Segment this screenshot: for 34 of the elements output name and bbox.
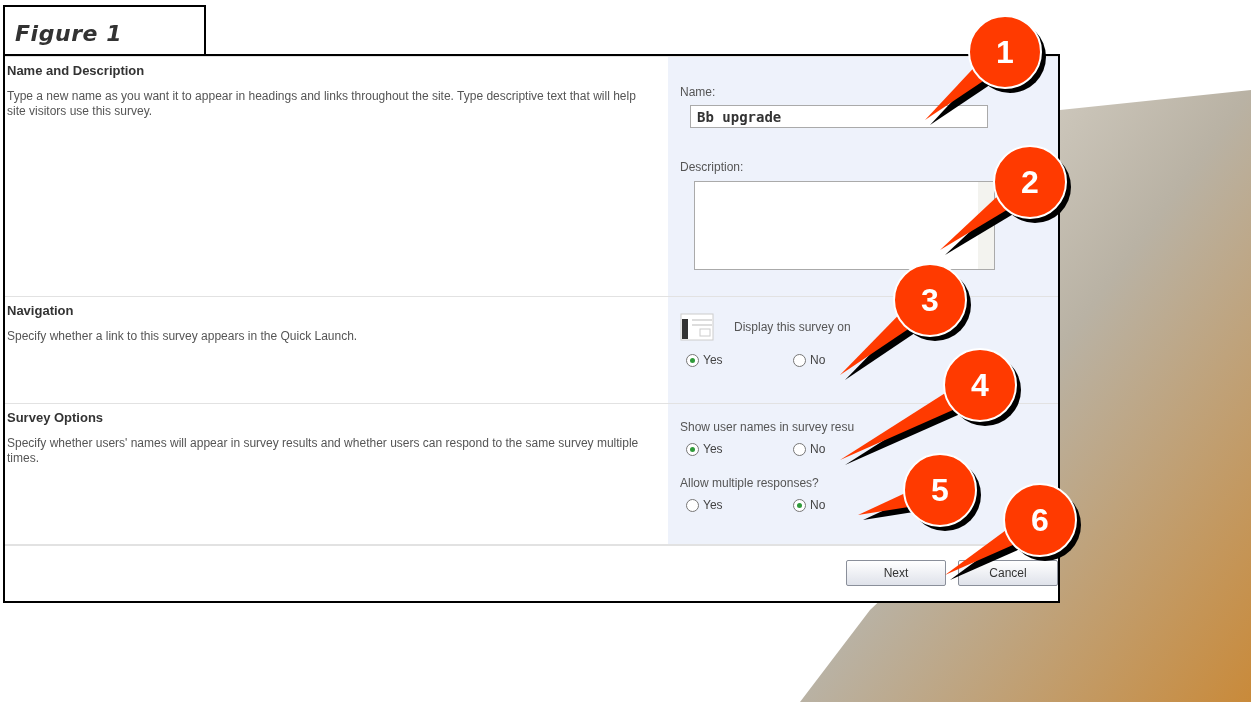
section-heading: Survey Options (7, 409, 105, 427)
quick-launch-icon (680, 313, 714, 341)
radio-button[interactable] (686, 442, 699, 456)
figure-label: Figure 1 (3, 5, 206, 54)
radio-option[interactable]: No (793, 440, 826, 458)
radio-button[interactable] (793, 442, 806, 456)
field-label: Name: (680, 84, 717, 101)
radio-option[interactable]: Yes (686, 496, 723, 514)
question-label: Display this survey on (734, 319, 851, 336)
radio-option[interactable]: No (793, 351, 826, 369)
section-description: Specify whether a link to this survey appears in the Quick Launch. (7, 328, 359, 344)
radio-button[interactable] (686, 498, 699, 512)
section-heading: Name and Description (7, 62, 146, 80)
radio-option[interactable]: Yes (686, 440, 723, 458)
field-label: Description: (680, 159, 745, 176)
callout-number: 5 (931, 472, 949, 508)
callout-number: 2 (1021, 164, 1039, 200)
section-heading: Navigation (7, 302, 75, 320)
question-label: Show user names in survey resu (680, 419, 855, 436)
question-label: Allow multiple responses? (680, 475, 819, 492)
radio-option[interactable]: No (793, 496, 826, 514)
description-textarea[interactable] (694, 181, 995, 270)
callout-number: 1 (996, 34, 1014, 70)
radio-button[interactable] (793, 498, 806, 512)
callout-number: 4 (971, 367, 989, 403)
callout-number: 6 (1031, 502, 1049, 538)
radio-button[interactable] (686, 353, 699, 367)
radio-option[interactable]: Yes (686, 351, 723, 369)
name-input[interactable]: Bb upgrade (690, 105, 988, 128)
form-button[interactable]: Next (846, 560, 946, 586)
section-description: Specify whether users' names will appear in survey results and whether users can respond to the same survey multiple times. (7, 435, 640, 466)
section-description: Type a new name as you want it to appear in headings and links throughout the site. Type descriptive text that will help site visitors use this survey. (7, 88, 637, 119)
radio-button[interactable] (793, 353, 806, 367)
callout-number: 3 (921, 282, 939, 318)
